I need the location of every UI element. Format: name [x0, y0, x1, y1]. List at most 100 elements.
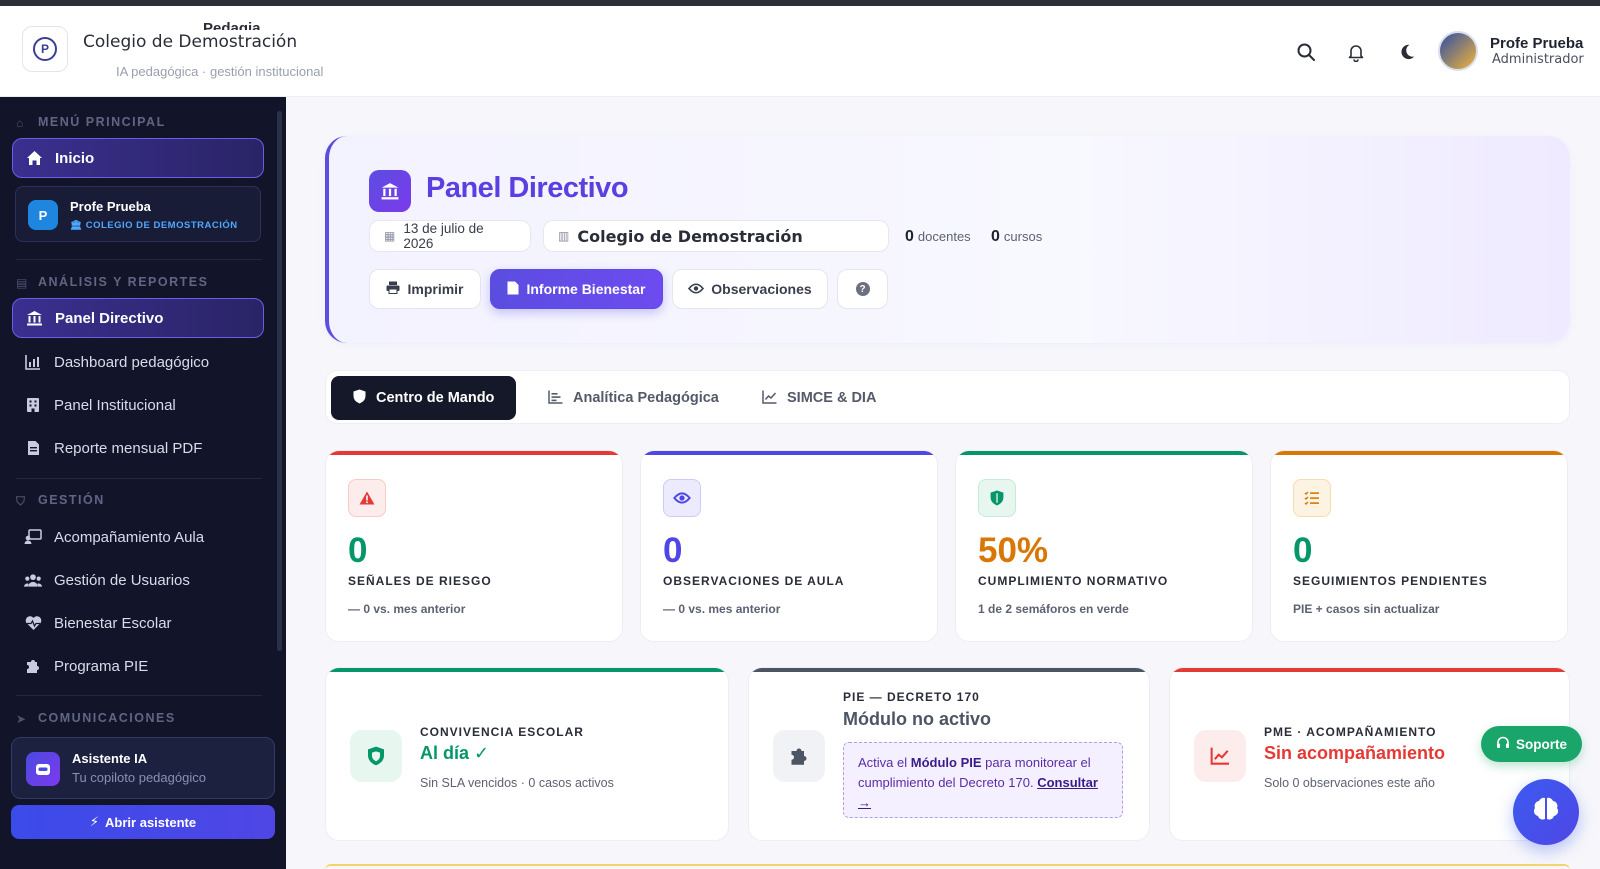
kpi-card-observaciones[interactable]: 0 OBSERVACIONES DE AULA — 0 vs. mes ante…	[640, 450, 938, 642]
kpi-card-cumplimiento[interactable]: 50% CUMPLIMIENTO NORMATIVO 1 de 2 semáfo…	[955, 450, 1253, 642]
avatar[interactable]	[1438, 31, 1478, 71]
trend-icon	[1194, 730, 1246, 782]
puzzle-icon	[24, 657, 42, 675]
card-value: Al día ✓	[420, 743, 490, 763]
kpi-label: SEÑALES DE RIESGO	[348, 574, 492, 588]
home-icon: ⌂	[16, 116, 25, 130]
kpi-card-seguimientos[interactable]: 0 SEGUIMIENTOS PENDIENTES PIE + casos si…	[1270, 450, 1568, 642]
page-title: Panel Directivo	[426, 172, 629, 204]
card-subtext: Sin SLA vencidos · 0 casos activos	[420, 776, 614, 790]
kpi-label: SEGUIMIENTOS PENDIENTES	[1293, 574, 1488, 588]
tab-centro-de-mando[interactable]: Centro de Mando	[331, 376, 517, 420]
moon-icon[interactable]	[1395, 40, 1419, 64]
print-button[interactable]: Imprimir	[369, 269, 481, 309]
teachers-count: 0 docentes	[905, 228, 971, 245]
puzzle-icon	[773, 730, 825, 782]
printer-icon	[386, 281, 400, 297]
profile-card[interactable]: P Profe Prueba 🏛 COLEGIO DE DEMOSTRACIÓN	[15, 186, 261, 242]
help-icon: ?	[855, 282, 870, 296]
list-check-icon	[1293, 479, 1331, 517]
tab-analitica-pedagogica[interactable]: Analítica Pedagógica	[526, 376, 741, 420]
sidebar-item-usuarios[interactable]: Gestión de Usuarios	[12, 560, 264, 600]
shield-icon	[350, 730, 402, 782]
eye-icon	[663, 479, 701, 517]
search-icon[interactable]	[1294, 40, 1318, 64]
bank-icon	[25, 309, 43, 327]
kpi-accent-bar	[326, 451, 622, 455]
sidebar: ⌂ MENÚ PRINCIPAL Inicio P Profe Prueba 🏛…	[0, 97, 286, 869]
card-value: Módulo no activo	[843, 709, 991, 729]
chalkboard-icon	[24, 528, 42, 546]
tab-bar: Centro de Mando Analítica Pedagógica SIM…	[325, 370, 1570, 424]
kpi-subtext: — 0 vs. mes anterior	[348, 602, 466, 616]
user-role: Administrador	[1492, 52, 1584, 67]
kpi-accent-bar	[641, 451, 937, 455]
sidebar-item-pie[interactable]: Programa PIE	[12, 646, 264, 686]
heart-pulse-icon	[24, 614, 42, 632]
informe-bienestar-button[interactable]: Informe Bienestar	[490, 269, 663, 309]
assistant-subtitle: Tu copiloto pedagógico	[72, 770, 206, 785]
sidebar-item-inicio[interactable]: Inicio	[12, 138, 264, 178]
sidebar-item-bienestar[interactable]: Bienestar Escolar	[12, 603, 264, 643]
card-convivencia[interactable]: CONVIVENCIA ESCOLAR Al día ✓ Sin SLA ven…	[325, 667, 729, 841]
shield-icon	[353, 389, 366, 407]
send-icon: ➤	[16, 712, 28, 726]
sidebar-scrollbar[interactable]	[277, 111, 282, 651]
sidebar-item-panel-institucional[interactable]: Panel Institucional	[12, 385, 264, 425]
help-button[interactable]: ?	[837, 269, 888, 309]
bar-chart-icon	[24, 353, 42, 371]
next-card-edge	[325, 864, 1570, 869]
section-gestion: ⛉ GESTIÓN	[16, 493, 105, 508]
section-comunicaciones: ➤ COMUNICACIONES	[16, 711, 176, 726]
brain-icon	[1532, 796, 1560, 829]
robot-icon	[26, 752, 60, 786]
sidebar-item-acompanamiento[interactable]: Acompañamiento Aula	[12, 517, 264, 557]
kpi-value: 50%	[978, 531, 1049, 570]
profile-name: Profe Prueba	[70, 199, 151, 214]
section-menu-principal: ⌂ MENÚ PRINCIPAL	[16, 115, 166, 130]
card-label: PME · ACOMPAÑAMIENTO	[1264, 725, 1437, 739]
ai-assistant-fab[interactable]	[1513, 779, 1579, 845]
support-button[interactable]: Soporte	[1481, 726, 1582, 762]
header-school-name: Colegio de Demostración	[83, 32, 298, 52]
sidebar-item-reporte-pdf[interactable]: Reporte mensual PDF	[12, 428, 264, 468]
header-tagline: IA pedagógica · gestión institucional	[116, 64, 324, 79]
divider	[16, 478, 262, 479]
bolt-icon: ⚡	[89, 814, 100, 829]
kpi-label: OBSERVACIONES DE AULA	[663, 574, 845, 588]
tab-simce-dia[interactable]: SIMCE & DIA	[740, 376, 898, 420]
app-logo[interactable]: P	[22, 26, 68, 72]
file-icon	[24, 439, 42, 457]
building-icon: ▥	[558, 229, 570, 243]
line-chart-icon	[762, 390, 777, 407]
card-accent-bar	[326, 668, 728, 672]
profile-initial: P	[28, 200, 58, 230]
logo-icon: P	[33, 37, 57, 61]
profile-school: 🏛 COLEGIO DE DEMOSTRACIÓN	[70, 220, 238, 231]
calendar-icon: ▦	[384, 229, 396, 243]
observaciones-button[interactable]: Observaciones	[672, 269, 828, 309]
shield-icon: ⛉	[16, 494, 27, 508]
sidebar-item-panel-directivo[interactable]: Panel Directivo	[12, 298, 264, 338]
open-assistant-button[interactable]: ⚡ Abrir asistente	[11, 805, 275, 839]
bell-icon[interactable]	[1344, 40, 1368, 64]
card-pie[interactable]: PIE — DECRETO 170 Módulo no activo Activ…	[748, 667, 1150, 841]
hero-panel: Panel Directivo ▦ 13 de julio de 2026 ▥ …	[325, 136, 1570, 343]
kpi-card-riesgo[interactable]: 0 SEÑALES DE RIESGO — 0 vs. mes anterior	[325, 450, 623, 642]
card-value: Sin acompañamiento	[1264, 743, 1446, 763]
divider	[16, 695, 262, 696]
sidebar-item-dashboard[interactable]: Dashboard pedagógico	[12, 342, 264, 382]
kpi-subtext: — 0 vs. mes anterior	[663, 602, 781, 616]
bank-icon: 🏛	[70, 220, 86, 231]
card-subtext: Solo 0 observaciones este año	[1264, 776, 1435, 790]
chart-icon: ▤	[16, 276, 29, 290]
kpi-accent-bar	[956, 451, 1252, 455]
card-label: CONVIVENCIA ESCOLAR	[420, 725, 584, 739]
headset-icon	[1496, 736, 1510, 753]
divider	[16, 259, 262, 260]
card-accent-bar	[749, 668, 1149, 672]
users-icon	[24, 571, 42, 589]
card-accent-bar	[1170, 668, 1569, 672]
section-analisis: ▤ ANÁLISIS Y REPORTES	[16, 275, 209, 290]
assistant-card[interactable]: Asistente IA Tu copiloto pedagógico	[11, 737, 275, 799]
